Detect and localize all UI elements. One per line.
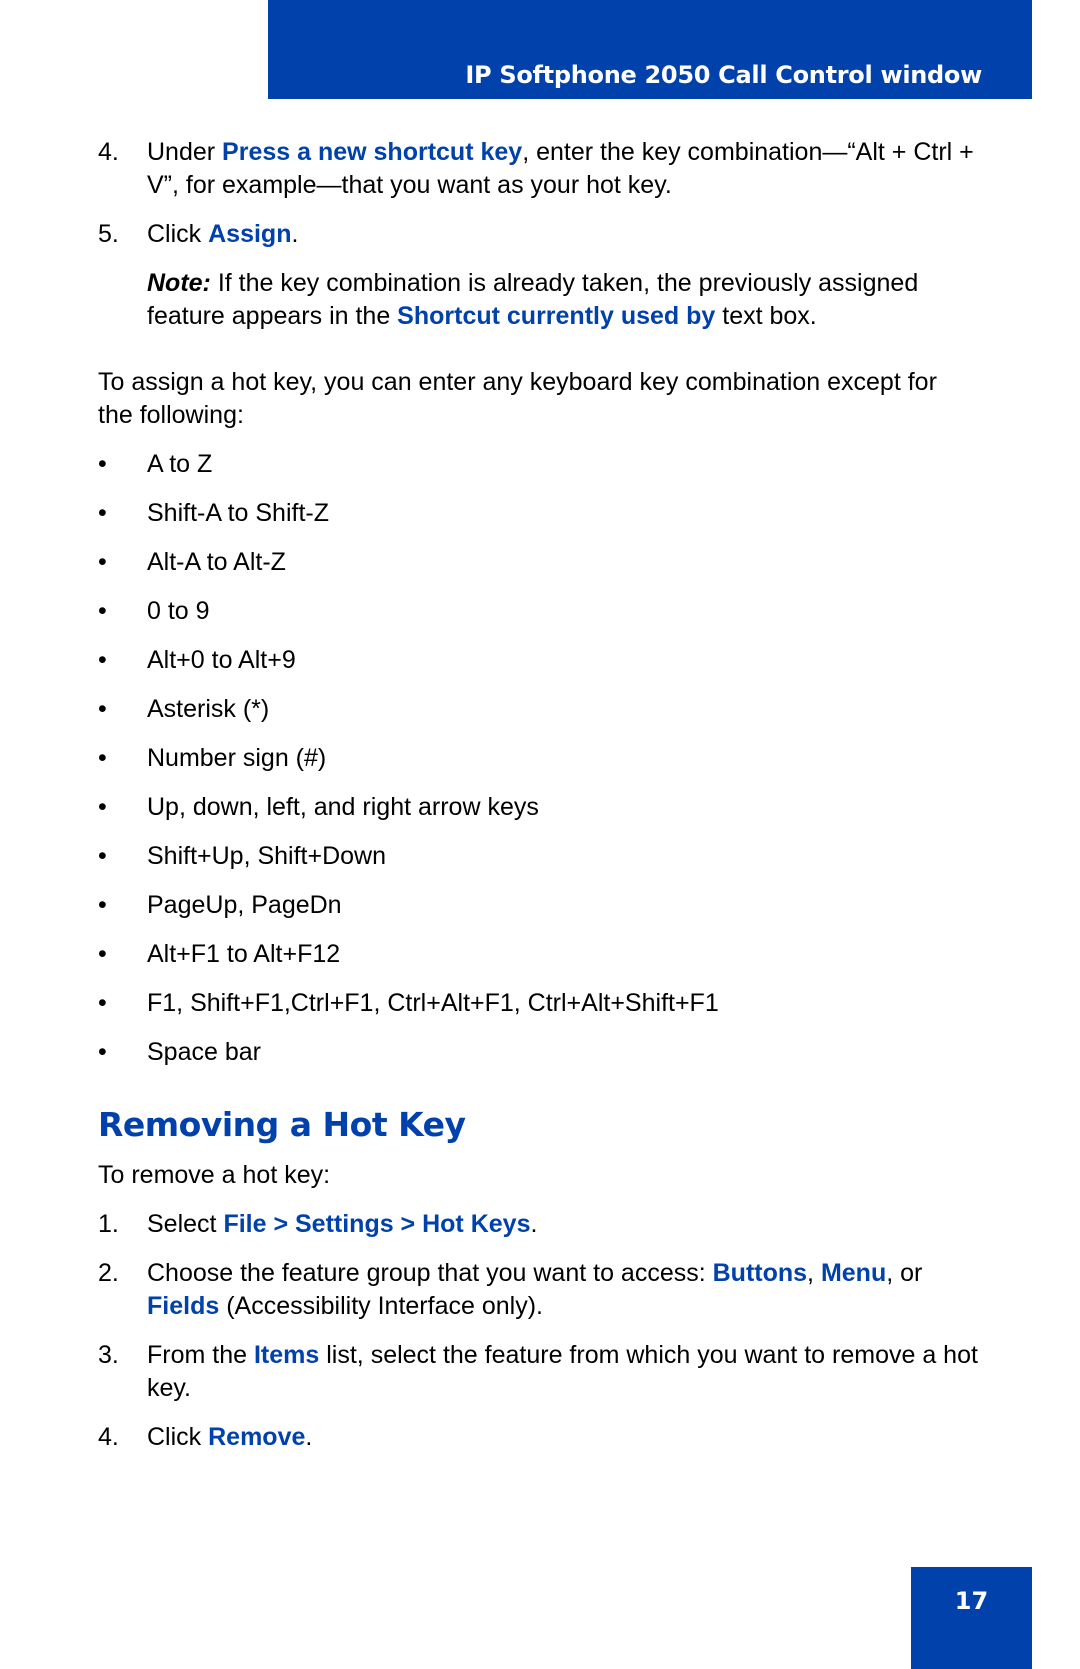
text-run: Choose the feature group that you want t… — [147, 1259, 713, 1287]
exception-text: PageUp, PageDn — [147, 891, 342, 919]
remove-step: 4. Click Remove. — [98, 1421, 978, 1454]
remove-step: 1. Select File > Settings > Hot Keys. — [98, 1208, 978, 1241]
text-run: , or — [886, 1259, 923, 1287]
bullet-icon: • — [98, 548, 107, 576]
exception-item: • Alt+0 to Alt+9 — [98, 644, 978, 677]
bullet-icon: • — [98, 744, 107, 772]
exception-item: • A to Z — [98, 448, 978, 481]
step-number: 1. — [98, 1210, 119, 1238]
exception-text: 0 to 9 — [147, 597, 210, 625]
intro-paragraph: To assign a hot key, you can enter any k… — [98, 368, 937, 429]
note-label: Note: — [147, 269, 211, 297]
bullet-icon: • — [98, 695, 107, 723]
step-number: 4. — [98, 138, 119, 166]
exception-text: Number sign (#) — [147, 744, 327, 772]
exception-text: F1, Shift+F1,Ctrl+F1, Ctrl+Alt+F1, Ctrl+… — [147, 989, 719, 1017]
assign-steps-list: 4. Under Press a new shortcut key, enter … — [98, 136, 978, 251]
remove-step: 3. From the Items list, select the featur… — [98, 1339, 978, 1405]
note-text: If the key combination is already taken,… — [147, 269, 918, 330]
exception-item: • Space bar — [98, 1036, 978, 1069]
text-run: Select — [147, 1210, 224, 1238]
ui-term: Menu — [820, 1259, 887, 1287]
text-run: . — [291, 220, 299, 248]
section-intro: To remove a hot key: — [98, 1161, 331, 1189]
bullet-icon: • — [98, 793, 107, 821]
exceptions-list: • A to Z • Shift-A to Shift-Z • Alt-A to Alt-… — [98, 448, 978, 1069]
text-run: , — [807, 1259, 821, 1287]
step-number: 3. — [98, 1341, 119, 1369]
exception-item: • Shift+Up, Shift+Down — [98, 840, 978, 873]
exception-text: Alt+0 to Alt+9 — [147, 646, 296, 674]
ui-term: Fields — [147, 1292, 220, 1320]
exception-text: Alt-A to Alt-Z — [147, 548, 286, 576]
ui-term: Items — [253, 1341, 320, 1369]
ui-term: File > Settings > Hot Keys — [223, 1210, 531, 1238]
ui-term: Shortcut currently used by — [397, 302, 716, 330]
assign-step: 4. Under Press a new shortcut key, enter … — [98, 136, 978, 202]
ui-term: Press a new shortcut key — [222, 138, 523, 166]
exception-item: • Shift-A to Shift-Z — [98, 497, 978, 530]
exception-text: A to Z — [147, 450, 213, 478]
exception-item: • PageUp, PageDn — [98, 889, 978, 922]
text-run: From the — [147, 1341, 254, 1369]
remove-step: 2. Choose the feature group that you want… — [98, 1257, 978, 1323]
text-run: Click — [147, 1423, 209, 1451]
page-number-box: 17 — [911, 1567, 1032, 1669]
text-run: . — [305, 1423, 313, 1451]
exception-item: • Alt+F1 to Alt+F12 — [98, 938, 978, 971]
header-title: IP Softphone 2050 Call Control window — [465, 61, 982, 89]
text-run: . — [530, 1210, 538, 1238]
bullet-icon: • — [98, 1038, 107, 1066]
exception-item: • Up, down, left, and right arrow keys — [98, 791, 978, 824]
exception-text: Shift+Up, Shift+Down — [147, 842, 387, 870]
exception-text: Alt+F1 to Alt+F12 — [147, 940, 341, 968]
exception-text: Up, down, left, and right arrow keys — [147, 793, 539, 821]
ui-term: Remove — [208, 1423, 306, 1451]
bullet-icon: • — [98, 450, 107, 478]
page-number: 17 — [954, 1587, 989, 1615]
exception-text: Space bar — [147, 1038, 261, 1066]
remove-steps-list: 1. Select File > Settings > Hot Keys. 2. Ch… — [98, 1208, 978, 1454]
section-heading: Removing a Hot Key — [98, 1105, 466, 1144]
exception-item: • 0 to 9 — [98, 595, 978, 628]
exception-text: Shift-A to Shift-Z — [147, 499, 330, 527]
text-run: Under — [147, 138, 223, 166]
bullet-icon: • — [98, 499, 107, 527]
exception-item: • Number sign (#) — [98, 742, 978, 775]
ui-term: Assign — [208, 220, 292, 248]
assign-step: 5. Click Assign. — [98, 218, 978, 251]
bullet-icon: • — [98, 842, 107, 870]
bullet-icon: • — [98, 646, 107, 674]
text-run: Click — [147, 220, 209, 248]
ui-term: Buttons — [712, 1259, 808, 1287]
bullet-icon: • — [98, 940, 107, 968]
exception-item: • F1, Shift+F1,Ctrl+F1, Ctrl+Alt+F1, Ctrl… — [98, 987, 978, 1020]
step-number: 4. — [98, 1423, 119, 1451]
exception-item: • Asterisk (*) — [98, 693, 978, 726]
bullet-icon: • — [98, 597, 107, 625]
bullet-icon: • — [98, 989, 107, 1017]
text-run: text box. — [715, 302, 817, 330]
bullet-icon: • — [98, 891, 107, 919]
exception-item: • Alt-A to Alt-Z — [98, 546, 978, 579]
step-number: 5. — [98, 220, 119, 248]
exception-text: Asterisk (*) — [147, 695, 270, 723]
step-number: 2. — [98, 1259, 119, 1287]
page-content: 4. Under Press a new shortcut key, enter … — [98, 136, 978, 1470]
text-run: (Accessibility Interface only). — [219, 1292, 543, 1320]
header-bar: IP Softphone 2050 Call Control window — [268, 0, 1032, 99]
note: Note: If the key combination is already … — [98, 267, 978, 333]
